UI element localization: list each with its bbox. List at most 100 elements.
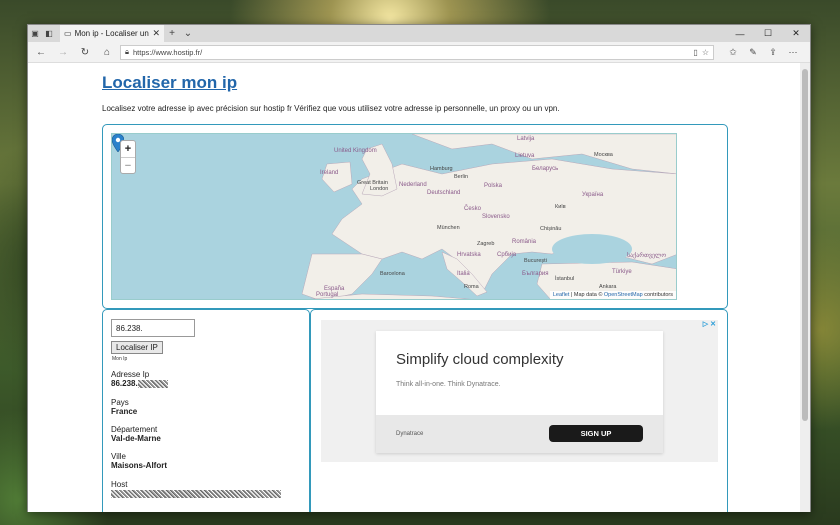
field-value: Val-de-Marne	[111, 434, 161, 443]
map-label: Nederland	[399, 182, 427, 188]
zoom-control: + −	[120, 140, 136, 174]
map-label: Polska	[484, 183, 503, 189]
advertisement[interactable]: ▷ ✕ Simplify cloud complexity Think all-…	[321, 320, 718, 462]
map-label: Slovensko	[482, 214, 510, 220]
share-icon[interactable]: ⇪	[766, 47, 780, 58]
navigation-bar: ← → ↻ ⌂ 🔒︎ https://www.hostip.fr/ ▯ ☆ ✩ …	[28, 42, 810, 63]
home-icon[interactable]: ⌂	[98, 47, 116, 58]
field-value: 86.238.	[111, 379, 168, 388]
leaflet-link[interactable]: Leaflet	[553, 292, 570, 298]
host-field: Host	[111, 480, 281, 498]
map-label: Česko	[464, 206, 482, 212]
map-label: Italia	[457, 271, 470, 277]
map-label: Україна	[582, 192, 604, 198]
map-label: United Kingdom	[334, 148, 377, 154]
zoom-out-button[interactable]: −	[121, 157, 135, 173]
map-label: Roma	[464, 284, 479, 290]
locate-ip-button[interactable]: Localiser IP	[111, 341, 163, 354]
field-value	[111, 489, 281, 498]
masked-ip-part	[137, 379, 168, 388]
map-label: London	[370, 186, 389, 192]
browser-toolbar: ✩ ✎ ⇪ ⋯	[726, 47, 800, 58]
field-label: Adresse Ip	[111, 370, 150, 379]
maximize-icon[interactable]: ☐	[754, 25, 782, 42]
ad-subtitle: Think all-in-one. Think Dynatrace.	[396, 381, 501, 388]
ad-signup-button[interactable]: SIGN UP	[549, 425, 643, 442]
page-favicon-icon: ▭	[64, 29, 72, 38]
zoom-in-button[interactable]: +	[121, 141, 135, 157]
field-value: Maisons-Alfort	[111, 461, 167, 470]
minimize-icon[interactable]: —	[726, 25, 754, 42]
map-attribution: Leaflet | Map data © OpenStreetMap contr…	[549, 291, 676, 299]
map-label: България	[522, 271, 549, 277]
forward-icon[interactable]: →	[54, 47, 72, 58]
ad-card[interactable]: Simplify cloud complexity Think all-in-o…	[376, 331, 663, 453]
tabs-aside-icon[interactable]: ▣	[28, 25, 42, 42]
close-window-icon[interactable]: ✕	[782, 25, 810, 42]
city-field: Ville Maisons-Alfort	[111, 452, 167, 470]
map-label: Київ	[555, 204, 566, 210]
close-tab-icon[interactable]: ✕	[152, 28, 160, 39]
tab-bar: ▣ ◧ ▭ Mon ip - Localiser une a ✕ + ⌄ — ☐…	[28, 25, 810, 42]
field-label: Host	[111, 480, 128, 489]
attribution-text: | Map data ©	[569, 292, 604, 298]
ad-panel: ▷ ✕ Simplify cloud complexity Think all-…	[310, 309, 728, 512]
map-label: București	[524, 258, 547, 264]
refresh-icon[interactable]: ↻	[76, 47, 94, 58]
window-controls: — ☐ ✕	[726, 25, 810, 42]
notes-pen-icon[interactable]: ✎	[746, 47, 760, 58]
page-scrollbar[interactable]	[800, 63, 810, 512]
map-label: München	[437, 225, 460, 231]
scrollbar-thumb[interactable]	[802, 69, 808, 421]
page-intro: Localisez votre adresse ip avec précisio…	[102, 104, 560, 113]
map-label: Србија	[497, 252, 517, 258]
map-label: Barcelona	[380, 271, 405, 277]
tab-back-icon[interactable]: ◧	[42, 25, 56, 42]
more-icon[interactable]: ⋯	[786, 47, 800, 58]
lock-icon: 🔒︎	[125, 47, 129, 56]
back-icon[interactable]: ←	[32, 47, 50, 58]
map-label: Türkiye	[612, 269, 632, 275]
ad-brand: Dynatrace	[396, 431, 424, 437]
ip-input[interactable]	[111, 319, 195, 337]
field-label: Département	[111, 425, 158, 434]
map-label: საქართველო	[627, 253, 667, 259]
favorites-icon[interactable]: ✩	[726, 47, 740, 58]
map-label: Deutschland	[427, 190, 461, 196]
browser-window: ▣ ◧ ▭ Mon ip - Localiser une a ✕ + ⌄ — ☐…	[27, 24, 811, 512]
new-tab-icon[interactable]: +	[164, 25, 180, 42]
url-text: https://www.hostip.fr/	[133, 47, 203, 57]
ip-address-field: Adresse Ip 86.238.	[111, 370, 168, 388]
map-label: Zagreb	[477, 241, 495, 247]
department-field: Département Val-de-Marne	[111, 425, 161, 443]
map[interactable]: United Kingdom Ireland Great Britain Lon…	[111, 133, 677, 300]
openstreetmap-link[interactable]: OpenStreetMap	[604, 292, 643, 298]
ad-footer: Dynatrace SIGN UP	[376, 415, 663, 453]
field-label: Ville	[111, 452, 126, 461]
ip-lookup-panel: Localiser IP Mon Ip Adresse Ip 86.238. P…	[102, 309, 310, 512]
page-title[interactable]: Localiser mon ip	[102, 73, 237, 93]
page-viewport: Localiser mon ip Localisez votre adresse…	[28, 63, 801, 512]
map-label: Ankara	[599, 284, 617, 290]
map-label: Москва	[594, 152, 613, 158]
map-label: Ireland	[320, 170, 339, 176]
browser-tab[interactable]: ▭ Mon ip - Localiser une a ✕	[60, 25, 164, 42]
field-label: Pays	[111, 398, 129, 407]
reading-view-icon[interactable]: ▯	[693, 48, 697, 57]
tab-list-chevron-icon[interactable]: ⌄	[180, 25, 196, 42]
tab-title: Mon ip - Localiser une a	[74, 29, 150, 38]
my-ip-label: Mon Ip	[112, 356, 128, 362]
map-label: Berlin	[454, 174, 469, 180]
address-bar[interactable]: 🔒︎ https://www.hostip.fr/ ▯ ☆	[120, 44, 714, 60]
map-container: United Kingdom Ireland Great Britain Lon…	[102, 124, 728, 309]
favorite-star-icon[interactable]: ☆	[702, 48, 709, 57]
country-field: Pays France	[111, 398, 137, 416]
map-label: România	[512, 239, 537, 245]
map-label: Latvija	[517, 136, 535, 142]
map-label: Chișinău	[540, 226, 562, 232]
map-label: Portugal	[316, 292, 339, 298]
map-label: Беларусь	[532, 166, 559, 172]
map-label: Hrvatska	[457, 252, 481, 258]
ad-choices-icon[interactable]: ▷ ✕	[703, 320, 716, 328]
masked-host	[111, 489, 281, 498]
